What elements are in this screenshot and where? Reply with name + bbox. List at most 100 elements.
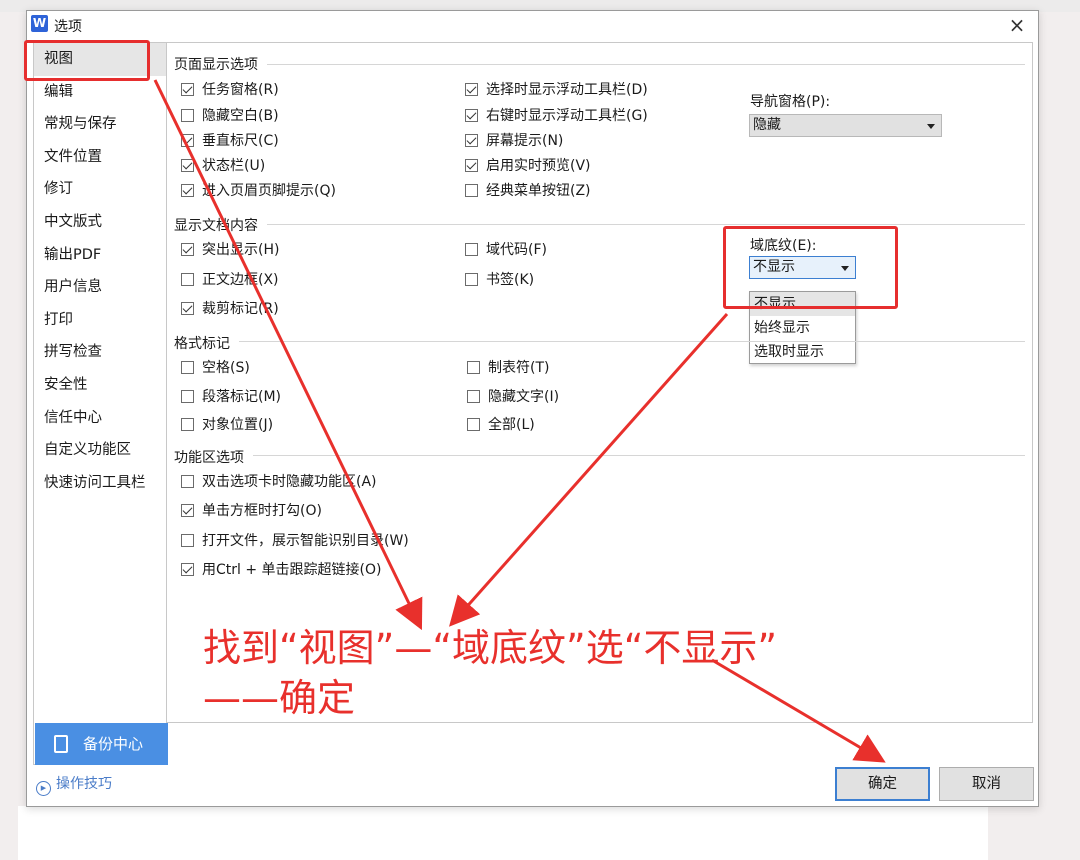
sidebar-item-trust-center[interactable]: 信任中心 bbox=[34, 402, 166, 435]
checkbox-vertical-ruler[interactable]: 垂直标尺(C) bbox=[181, 131, 279, 151]
checkbox-smart-toc[interactable]: 打开文件，展示智能识别目录(W) bbox=[181, 531, 409, 551]
sidebar-item-export-pdf[interactable]: 输出PDF bbox=[34, 239, 166, 272]
checkbox-hide-ribbon-dblclick[interactable]: 双击选项卡时隐藏功能区(A) bbox=[181, 472, 377, 492]
options-dialog: W 选项 × 视图 编辑 常规与保存 文件位置 修订 中文版式 输出PDF 用户… bbox=[26, 10, 1039, 807]
checkbox-screen-tips[interactable]: 屏幕提示(N) bbox=[465, 131, 563, 151]
backup-center-label: 备份中心 bbox=[83, 735, 144, 753]
checkbox-classic-menu[interactable]: 经典菜单按钮(Z) bbox=[465, 181, 591, 201]
nav-pane-label: 导航窗格(P): bbox=[750, 94, 831, 110]
checkbox-paragraph-marks[interactable]: 段落标记(M) bbox=[181, 387, 281, 407]
checkbox-label: 隐藏文字(I) bbox=[488, 389, 560, 405]
field-shading-dropdown: 不显示 始终显示 选取时显示 bbox=[749, 291, 856, 364]
checkbox-task-pane[interactable]: 任务窗格(R) bbox=[181, 80, 279, 100]
checkbox-hidden-text[interactable]: 隐藏文字(I) bbox=[467, 387, 559, 407]
dropdown-option-always[interactable]: 始终显示 bbox=[750, 316, 855, 340]
section-title-doc-content: 显示文档内容 bbox=[174, 218, 258, 234]
dropdown-option-none[interactable]: 不显示 bbox=[750, 292, 855, 316]
checkbox-label: 正文边框(X) bbox=[202, 272, 279, 288]
category-sidebar: 视图 编辑 常规与保存 文件位置 修订 中文版式 输出PDF 用户信息 打印 拼… bbox=[33, 42, 167, 765]
close-icon[interactable]: × bbox=[1006, 15, 1028, 37]
sidebar-item-user-info[interactable]: 用户信息 bbox=[34, 271, 166, 304]
section-divider bbox=[239, 341, 1025, 342]
checkbox-box bbox=[181, 134, 194, 147]
checkbox-label: 隐藏空白(B) bbox=[202, 108, 279, 124]
checkbox-float-toolbar-select[interactable]: 选择时显示浮动工具栏(D) bbox=[465, 80, 648, 100]
view-options-panel: 页面显示选项 任务窗格(R) 隐藏空白(B) 垂直标尺(C) 状态栏(U) 进入… bbox=[166, 42, 1033, 723]
field-shading-select[interactable]: 不显示 bbox=[749, 256, 856, 279]
checkbox-header-footer-tip[interactable]: 进入页眉页脚提示(Q) bbox=[181, 181, 336, 201]
checkbox-label: 突出显示(H) bbox=[202, 242, 280, 258]
checkbox-spaces[interactable]: 空格(S) bbox=[181, 358, 250, 378]
checkbox-ctrl-click-link[interactable]: 用Ctrl + 单击跟踪超链接(O) bbox=[181, 560, 381, 580]
dropdown-option-when-selected[interactable]: 选取时显示 bbox=[750, 340, 855, 364]
checkbox-box bbox=[181, 83, 194, 96]
checkbox-label: 段落标记(M) bbox=[202, 389, 282, 405]
nav-pane-select[interactable]: 隐藏 bbox=[749, 114, 942, 137]
checkbox-label: 对象位置(J) bbox=[202, 417, 274, 433]
checkbox-status-bar[interactable]: 状态栏(U) bbox=[181, 156, 265, 176]
checkbox-box bbox=[465, 83, 478, 96]
checkbox-label: 右键时显示浮动工具栏(G) bbox=[486, 108, 648, 124]
tips-label: 操作技巧 bbox=[56, 776, 112, 792]
sidebar-item-revision[interactable]: 修订 bbox=[34, 173, 166, 206]
checkbox-box bbox=[181, 534, 194, 547]
checkbox-hide-whitespace[interactable]: 隐藏空白(B) bbox=[181, 106, 279, 126]
sidebar-item-chinese-layout[interactable]: 中文版式 bbox=[34, 206, 166, 239]
section-divider bbox=[253, 455, 1025, 456]
checkbox-crop-marks[interactable]: 裁剪标记(R) bbox=[181, 299, 279, 319]
sidebar-item-spell-check[interactable]: 拼写检查 bbox=[34, 336, 166, 369]
checkbox-box bbox=[181, 418, 194, 431]
checkbox-box bbox=[181, 475, 194, 488]
checkbox-box bbox=[181, 273, 194, 286]
checkbox-highlight[interactable]: 突出显示(H) bbox=[181, 240, 279, 260]
checkbox-tab-characters[interactable]: 制表符(T) bbox=[467, 358, 549, 378]
sidebar-item-customize-ribbon[interactable]: 自定义功能区 bbox=[34, 434, 166, 467]
section-divider bbox=[267, 64, 1025, 65]
checkbox-box bbox=[465, 273, 478, 286]
checkbox-label: 全部(L) bbox=[488, 417, 535, 433]
checkbox-box bbox=[465, 243, 478, 256]
sidebar-item-general-save[interactable]: 常规与保存 bbox=[34, 108, 166, 141]
sidebar-item-print[interactable]: 打印 bbox=[34, 304, 166, 337]
backup-center-button[interactable]: 备份中心 bbox=[35, 723, 168, 765]
checkbox-label: 打开文件，展示智能识别目录(W) bbox=[202, 533, 409, 549]
checkbox-float-toolbar-right-click[interactable]: 右键时显示浮动工具栏(G) bbox=[465, 106, 648, 126]
checkbox-click-to-check[interactable]: 单击方框时打勾(O) bbox=[181, 501, 322, 521]
section-title-page-display: 页面显示选项 bbox=[174, 57, 258, 73]
checkbox-box bbox=[181, 159, 194, 172]
sidebar-item-view[interactable]: 视图 bbox=[34, 43, 166, 76]
checkbox-label: 裁剪标记(R) bbox=[202, 301, 279, 317]
checkbox-text-boundaries[interactable]: 正文边框(X) bbox=[181, 270, 279, 290]
title-bar: W 选项 × bbox=[27, 11, 1038, 41]
sidebar-item-edit[interactable]: 编辑 bbox=[34, 76, 166, 109]
sidebar-item-file-location[interactable]: 文件位置 bbox=[34, 141, 166, 174]
checkbox-label: 双击选项卡时隐藏功能区(A) bbox=[202, 474, 377, 490]
checkbox-label: 启用实时预览(V) bbox=[486, 158, 591, 174]
checkbox-box bbox=[465, 159, 478, 172]
checkbox-box bbox=[181, 563, 194, 576]
checkbox-box bbox=[181, 184, 194, 197]
checkbox-label: 单击方框时打勾(O) bbox=[202, 503, 322, 519]
checkbox-field-codes[interactable]: 域代码(F) bbox=[465, 240, 547, 260]
checkbox-box bbox=[467, 418, 480, 431]
checkbox-object-anchors[interactable]: 对象位置(J) bbox=[181, 415, 273, 435]
section-title-format-marks: 格式标记 bbox=[174, 336, 230, 352]
checkbox-box bbox=[465, 184, 478, 197]
wps-logo-icon: W bbox=[31, 15, 48, 32]
checkbox-label: 用Ctrl + 单击跟踪超链接(O) bbox=[202, 562, 382, 578]
nav-pane-value: 隐藏 bbox=[753, 117, 781, 133]
checkbox-bookmarks[interactable]: 书签(K) bbox=[465, 270, 534, 290]
checkbox-label: 任务窗格(R) bbox=[202, 82, 279, 98]
ok-button[interactable]: 确定 bbox=[835, 767, 930, 801]
operation-tips-link[interactable]: ▶ 操作技巧 bbox=[36, 773, 112, 796]
checkbox-box bbox=[181, 361, 194, 374]
checkbox-box bbox=[181, 302, 194, 315]
checkbox-live-preview[interactable]: 启用实时预览(V) bbox=[465, 156, 591, 176]
checkbox-all-marks[interactable]: 全部(L) bbox=[467, 415, 535, 435]
sidebar-item-security[interactable]: 安全性 bbox=[34, 369, 166, 402]
chevron-down-icon bbox=[927, 124, 935, 129]
cancel-button[interactable]: 取消 bbox=[939, 767, 1034, 801]
checkbox-box bbox=[467, 390, 480, 403]
sidebar-item-quick-access[interactable]: 快速访问工具栏 bbox=[34, 467, 166, 500]
checkbox-label: 选择时显示浮动工具栏(D) bbox=[486, 82, 648, 98]
